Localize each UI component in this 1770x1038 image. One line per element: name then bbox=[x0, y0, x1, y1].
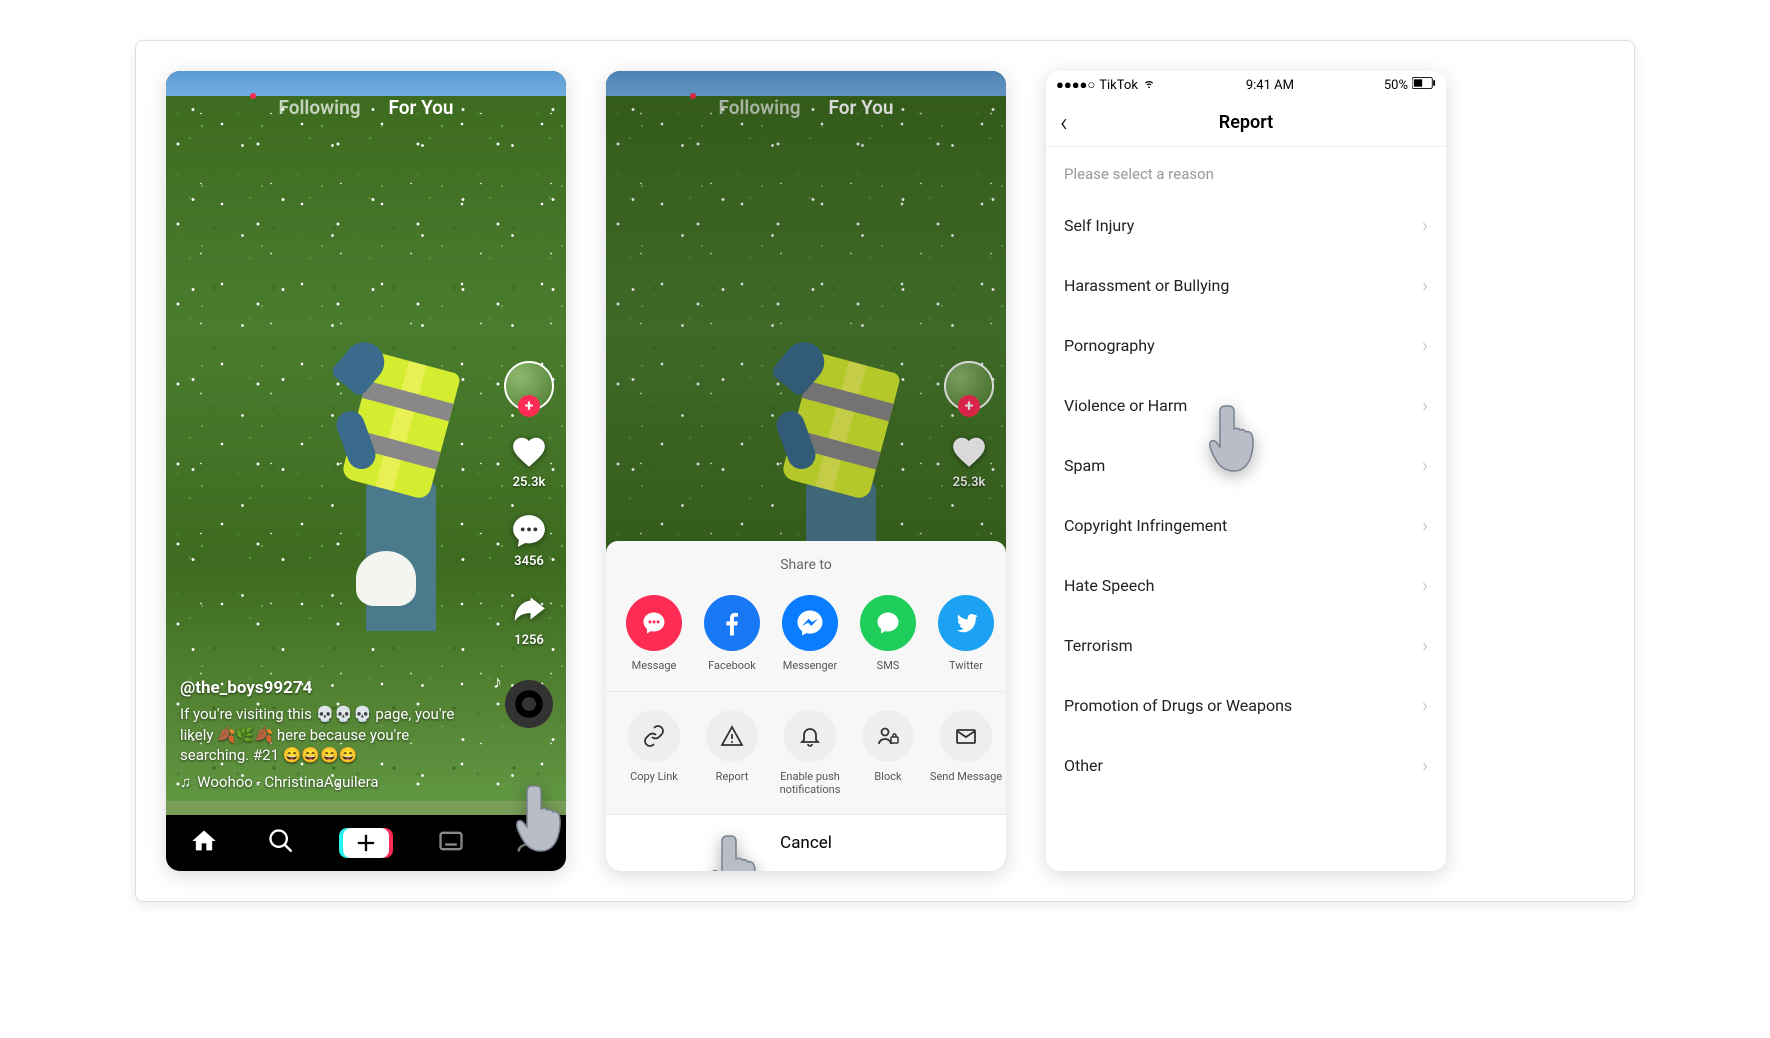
reason-pornography[interactable]: Pornography› bbox=[1046, 315, 1446, 375]
feed-tabs: Following For You bbox=[166, 96, 566, 119]
reason-terrorism[interactable]: Terrorism› bbox=[1046, 615, 1446, 675]
warning-icon bbox=[720, 724, 744, 748]
share-count: 1256 bbox=[514, 633, 544, 648]
block-user-icon bbox=[876, 724, 900, 748]
messenger-icon bbox=[795, 608, 825, 638]
share-actions-row[interactable]: Copy Link Report Enable push notificatio… bbox=[606, 691, 1006, 814]
sms-icon bbox=[874, 609, 902, 637]
video-caption: @the_boys99274 If you're visiting this 💀… bbox=[180, 678, 476, 791]
action-block[interactable]: Block bbox=[850, 710, 926, 796]
reason-self-injury[interactable]: Self Injury› bbox=[1046, 195, 1446, 255]
comment-icon bbox=[510, 512, 548, 550]
nav-discover[interactable] bbox=[267, 827, 295, 859]
follow-plus-icon[interactable]: + bbox=[518, 395, 540, 417]
creator-avatar[interactable]: + bbox=[504, 361, 554, 411]
sound-disc[interactable]: ♪ bbox=[505, 680, 553, 728]
share-sheet: Share to Message Facebook Messenger SMS … bbox=[606, 541, 1006, 871]
reason-drugs-weapons[interactable]: Promotion of Drugs or Weapons› bbox=[1046, 675, 1446, 735]
profile-icon bbox=[514, 827, 542, 855]
envelope-icon bbox=[954, 724, 978, 748]
like-count: 25.3k bbox=[513, 475, 546, 490]
signal-dots-icon: ●●●●○ bbox=[1056, 77, 1095, 93]
comment-count: 3456 bbox=[514, 554, 544, 569]
phone-screen-2: Following For You + 25.3k Share to Messa… bbox=[606, 71, 1006, 871]
twitter-icon bbox=[952, 609, 980, 637]
creator-username[interactable]: @the_boys99274 bbox=[180, 678, 476, 698]
report-subtitle: Please select a reason bbox=[1046, 147, 1446, 195]
reason-spam[interactable]: Spam› bbox=[1046, 435, 1446, 495]
music-icon: ♫ bbox=[180, 773, 191, 791]
chevron-right-icon: › bbox=[1422, 573, 1428, 597]
status-time: 9:41 AM bbox=[1246, 78, 1294, 93]
chevron-right-icon: › bbox=[1422, 213, 1428, 237]
phone-screen-3: ●●●●○ TikTok 9:41 AM 50% ‹ Report Please… bbox=[1046, 71, 1446, 871]
sound-label[interactable]: ♫Woohoo - ChristinaAguilera bbox=[180, 773, 476, 791]
reason-hate-speech[interactable]: Hate Speech› bbox=[1046, 555, 1446, 615]
status-bar: ●●●●○ TikTok 9:41 AM 50% bbox=[1046, 71, 1446, 99]
facebook-icon bbox=[717, 608, 747, 638]
nav-profile[interactable] bbox=[514, 827, 542, 859]
share-message[interactable]: Message bbox=[616, 595, 692, 672]
share-facebook[interactable]: Facebook bbox=[694, 595, 770, 672]
search-icon bbox=[267, 827, 295, 855]
music-note-icon: ♪ bbox=[493, 672, 502, 693]
chevron-right-icon: › bbox=[1422, 453, 1428, 477]
caption-text: If you're visiting this 💀💀💀 page, you're… bbox=[180, 704, 476, 765]
nav-home[interactable] bbox=[190, 827, 218, 859]
nav-inbox[interactable] bbox=[437, 827, 465, 859]
nav-create[interactable] bbox=[343, 828, 389, 858]
phone-screen-1: Following For You + 25.3k 3456 1256 ♪ @t… bbox=[166, 71, 566, 871]
reason-copyright[interactable]: Copyright Infringement› bbox=[1046, 495, 1446, 555]
heart-icon bbox=[510, 433, 548, 471]
chevron-right-icon: › bbox=[1422, 333, 1428, 357]
action-rail: + 25.3k 3456 1256 ♪ bbox=[504, 361, 554, 728]
action-send-message[interactable]: Send Message bbox=[928, 710, 1004, 796]
action-push-notifications[interactable]: Enable push notifications bbox=[772, 710, 848, 796]
plus-icon bbox=[352, 829, 380, 857]
report-reasons-list: Self Injury› Harassment or Bullying› Por… bbox=[1046, 195, 1446, 795]
share-title: Share to bbox=[606, 541, 1006, 589]
like-button[interactable]: 25.3k bbox=[510, 433, 548, 490]
reason-other[interactable]: Other› bbox=[1046, 735, 1446, 795]
bell-icon bbox=[798, 724, 822, 748]
battery-icon bbox=[1412, 77, 1436, 93]
tutorial-panels: Following For You + 25.3k 3456 1256 ♪ @t… bbox=[135, 40, 1635, 902]
carrier-label: TikTok bbox=[1099, 78, 1138, 93]
share-button[interactable]: 1256 bbox=[510, 591, 548, 648]
message-icon bbox=[640, 609, 668, 637]
share-sms[interactable]: SMS bbox=[850, 595, 926, 672]
link-icon bbox=[642, 724, 666, 748]
chevron-right-icon: › bbox=[1422, 393, 1428, 417]
action-copy-link[interactable]: Copy Link bbox=[616, 710, 692, 796]
wifi-icon bbox=[1142, 76, 1156, 94]
share-messenger[interactable]: Messenger bbox=[772, 595, 848, 672]
back-button[interactable]: ‹ bbox=[1060, 108, 1068, 138]
tab-following[interactable]: Following bbox=[278, 96, 360, 119]
chevron-right-icon: › bbox=[1422, 633, 1428, 657]
report-title: Report bbox=[1219, 112, 1273, 133]
notification-dot bbox=[250, 93, 256, 99]
reason-violence[interactable]: Violence or Harm› bbox=[1046, 375, 1446, 435]
home-icon bbox=[190, 827, 218, 855]
action-report[interactable]: Report bbox=[694, 710, 770, 796]
cancel-button[interactable]: Cancel bbox=[606, 814, 1006, 871]
tab-for-you[interactable]: For You bbox=[389, 96, 454, 119]
chevron-right-icon: › bbox=[1422, 513, 1428, 537]
share-icon bbox=[510, 591, 548, 629]
chevron-right-icon: › bbox=[1422, 693, 1428, 717]
report-header: ‹ Report bbox=[1046, 99, 1446, 147]
bottom-nav bbox=[166, 815, 566, 871]
comment-button[interactable]: 3456 bbox=[510, 512, 548, 569]
reason-harassment[interactable]: Harassment or Bullying› bbox=[1046, 255, 1446, 315]
battery-label: 50% bbox=[1384, 78, 1408, 93]
share-apps-row[interactable]: Message Facebook Messenger SMS Twitter bbox=[606, 589, 1006, 690]
chevron-right-icon: › bbox=[1422, 753, 1428, 777]
inbox-icon bbox=[437, 827, 465, 855]
chevron-right-icon: › bbox=[1422, 273, 1428, 297]
share-twitter[interactable]: Twitter bbox=[928, 595, 1004, 672]
